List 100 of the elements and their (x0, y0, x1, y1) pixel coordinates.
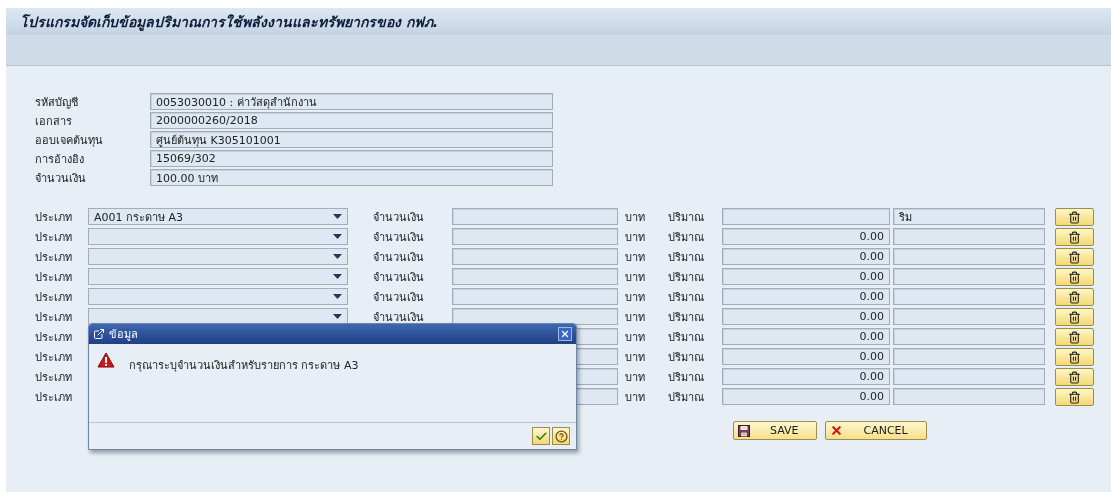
readonly-field: 100.00 บาท (150, 169, 553, 186)
type-dropdown[interactable]: A001 กระดาษ A3 (88, 208, 348, 225)
amount-field[interactable] (452, 288, 618, 305)
quantity-label: ปริมาณ (668, 309, 705, 325)
type-label: ประเภท (35, 329, 73, 345)
currency-label: บาท (625, 249, 646, 265)
unit-field[interactable] (893, 268, 1045, 285)
quantity-label: ปริมาณ (668, 289, 705, 305)
caret-icon (333, 314, 342, 319)
type-label: ประเภท (35, 289, 73, 305)
quantity-label: ปริมาณ (668, 329, 705, 345)
readonly-field: ศูนย์ต้นทุน K305101001 (150, 131, 553, 148)
close-button[interactable] (558, 327, 572, 341)
amount-label: จำนวนเงิน (373, 209, 425, 225)
delete-button[interactable] (1055, 268, 1094, 286)
check-icon (534, 429, 548, 443)
readonly-field: 2000000260/2018 (150, 112, 553, 129)
unit-field[interactable]: ริม (893, 208, 1045, 225)
currency-label: บาท (625, 389, 646, 405)
currency-label: บาท (625, 349, 646, 365)
quantity-field[interactable]: 0.00 (722, 308, 890, 325)
delete-button[interactable] (1055, 368, 1094, 386)
trash-icon (1068, 210, 1081, 224)
caret-icon (333, 214, 342, 219)
amount-field[interactable] (452, 308, 618, 325)
quantity-field[interactable]: 0.00 (722, 248, 890, 265)
quantity-field[interactable]: 0.00 (722, 268, 890, 285)
trash-icon (1068, 230, 1081, 244)
amount-label: จำนวนเงิน (373, 229, 425, 245)
trash-icon (1068, 250, 1081, 264)
quantity-field[interactable]: 0.00 (722, 228, 890, 245)
amount-field[interactable] (452, 268, 618, 285)
readonly-field: 0053030010 : ค่าวัสดุสำนักงาน (150, 93, 553, 110)
type-label: ประเภท (35, 309, 73, 325)
field-label: การอ้างอิง (35, 151, 85, 167)
unit-field[interactable] (893, 328, 1045, 345)
type-label: ประเภท (35, 229, 73, 245)
unit-field[interactable] (893, 348, 1045, 365)
field-label: ออบเจคต้นทุน (35, 132, 104, 148)
save-button[interactable]: SAVE (733, 421, 818, 440)
amount-field[interactable] (452, 208, 618, 225)
delete-button[interactable] (1055, 328, 1094, 346)
quantity-label: ปริมาณ (668, 389, 705, 405)
unit-field[interactable] (893, 368, 1045, 385)
type-label: ประเภท (35, 209, 73, 225)
amount-field[interactable] (452, 228, 618, 245)
type-label: ประเภท (35, 249, 73, 265)
type-label: ประเภท (35, 269, 73, 285)
field-label: เอกสาร (35, 113, 73, 129)
unit-field[interactable] (893, 388, 1045, 405)
quantity-field[interactable]: 0.00 (722, 388, 890, 405)
delete-button[interactable] (1055, 288, 1094, 306)
type-label: ประเภท (35, 369, 73, 385)
cancel-button[interactable]: CANCEL (825, 421, 927, 440)
dialog-title: ข้อมูล (109, 327, 138, 343)
delete-button[interactable] (1055, 208, 1094, 226)
help-button[interactable] (552, 427, 570, 445)
currency-label: บาท (625, 269, 646, 285)
unit-field[interactable] (893, 228, 1045, 245)
currency-label: บาท (625, 369, 646, 385)
dialog-message: กรุณาระบุจำนวนเงินสำหรับรายการ กระดาษ A3 (129, 358, 359, 374)
quantity-field[interactable]: 0.00 (722, 288, 890, 305)
type-label: ประเภท (35, 389, 73, 405)
amount-label: จำนวนเงิน (373, 309, 425, 325)
quantity-label: ปริมาณ (668, 269, 705, 285)
trash-icon (1068, 310, 1081, 324)
amount-field[interactable] (452, 248, 618, 265)
field-label: รหัสบัญชี (35, 94, 79, 110)
delete-button[interactable] (1055, 228, 1094, 246)
window-icon (93, 328, 105, 340)
caret-icon (333, 254, 342, 259)
quantity-field[interactable]: 0.00 (722, 328, 890, 345)
type-dropdown[interactable] (88, 288, 348, 305)
confirm-button[interactable] (532, 427, 550, 445)
trash-icon (1068, 330, 1081, 344)
quantity-label: ปริมาณ (668, 349, 705, 365)
field-label: จำนวนเงิน (35, 170, 87, 186)
currency-label: บาท (625, 229, 646, 245)
delete-button[interactable] (1055, 388, 1094, 406)
quantity-field[interactable]: 0.00 (722, 348, 890, 365)
unit-field[interactable] (893, 308, 1045, 325)
unit-field[interactable] (893, 248, 1045, 265)
close-icon (560, 329, 570, 339)
delete-button[interactable] (1055, 308, 1094, 326)
amount-label: จำนวนเงิน (373, 249, 425, 265)
quantity-field[interactable] (722, 208, 890, 225)
trash-icon (1068, 290, 1081, 304)
unit-field[interactable] (893, 288, 1045, 305)
type-dropdown[interactable] (88, 228, 348, 245)
quantity-field[interactable]: 0.00 (722, 368, 890, 385)
amount-label: จำนวนเงิน (373, 269, 425, 285)
type-dropdown[interactable] (88, 248, 348, 265)
trash-icon (1068, 350, 1081, 364)
type-label: ประเภท (35, 349, 73, 365)
delete-button[interactable] (1055, 348, 1094, 366)
trash-icon (1068, 270, 1081, 284)
delete-button[interactable] (1055, 248, 1094, 266)
caret-icon (333, 274, 342, 279)
type-dropdown[interactable] (88, 268, 348, 285)
caret-icon (333, 234, 342, 239)
